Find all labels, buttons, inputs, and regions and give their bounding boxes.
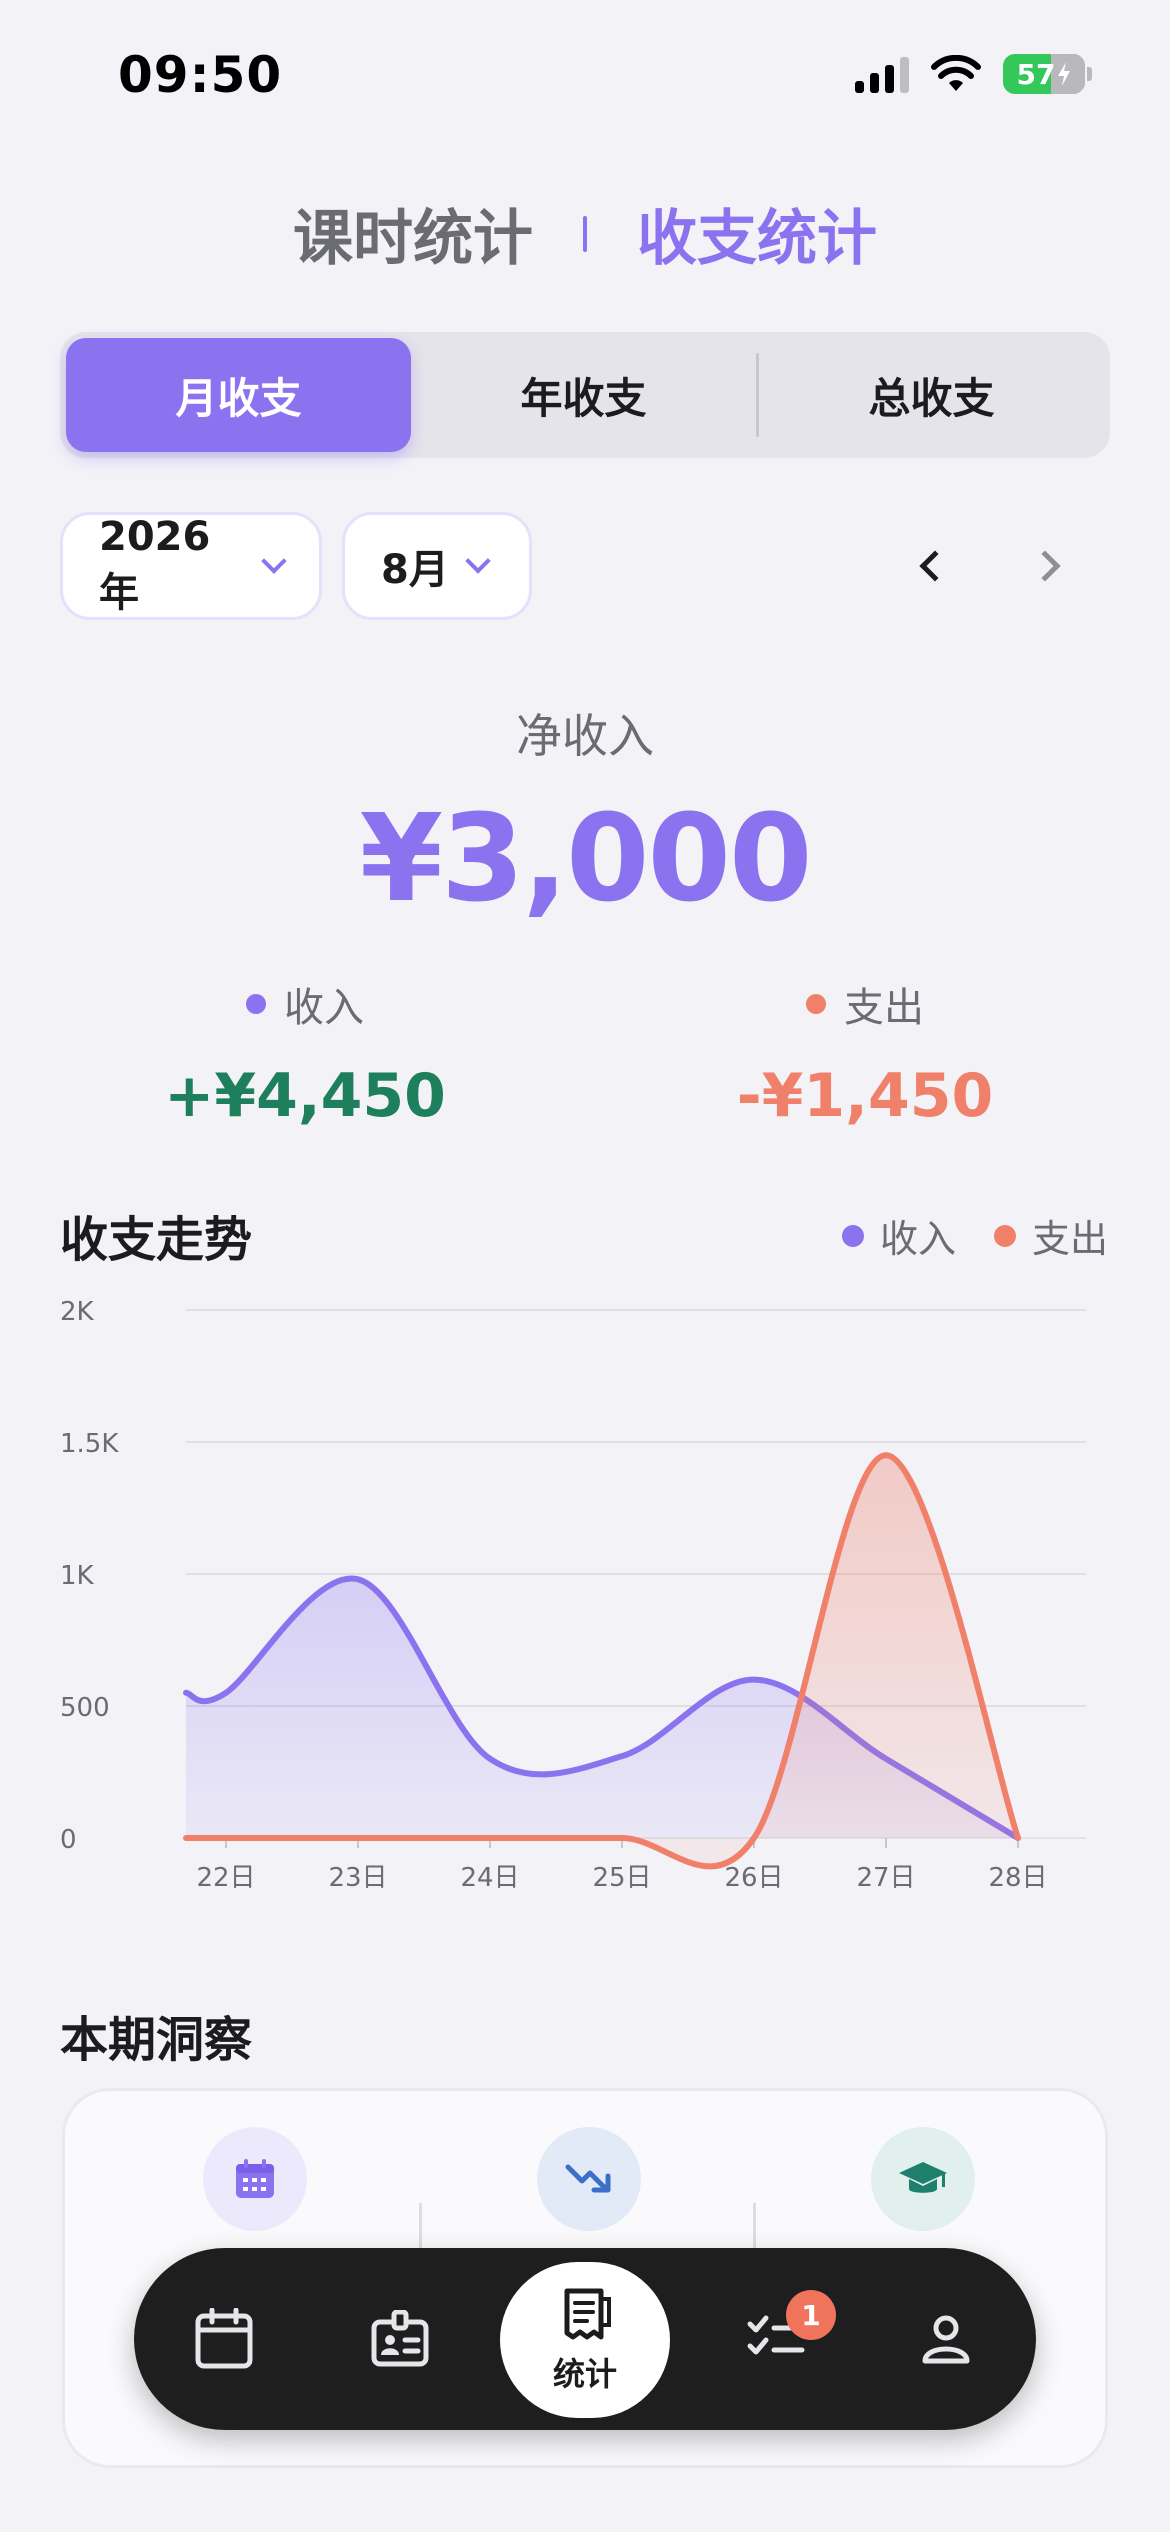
calendar-icon — [203, 2127, 307, 2231]
wifi-icon — [931, 55, 981, 91]
expense-label: 支出 — [844, 985, 924, 1031]
legend-income: 收入 — [841, 1208, 956, 1263]
tab-income-expense-stats[interactable]: 收支统计 — [637, 190, 877, 277]
expense-value: -¥1,450 — [736, 1061, 994, 1131]
net-income-value: ¥3,000 — [359, 790, 812, 929]
month-value: 8月 — [381, 547, 449, 593]
id-card-icon — [371, 2310, 429, 2367]
calendar-icon — [195, 2308, 253, 2369]
prev-month-button[interactable] — [908, 544, 952, 588]
legend-income-label: 收入 — [879, 1217, 956, 1261]
battery-icon: 57 — [1003, 54, 1085, 94]
chevron-left-icon — [919, 550, 951, 582]
legend-expense-label: 支出 — [1031, 1217, 1108, 1261]
x-tick-label: 25日 — [592, 1863, 651, 1893]
x-tick-label: 22日 — [196, 1863, 255, 1893]
segment-monthly[interactable]: 月收支 — [66, 338, 411, 452]
chevron-right-icon — [1029, 550, 1061, 582]
y-tick-label: 0 — [60, 1825, 77, 1855]
income-label: 收入 — [284, 985, 364, 1031]
status-bar: 09:50 57 — [0, 0, 1170, 150]
tab-divider — [583, 215, 587, 252]
battery-level: 57 — [1016, 57, 1056, 91]
nav-stats-label: 统计 — [552, 2355, 617, 2393]
nav-students[interactable] — [340, 2248, 460, 2430]
chevron-down-icon — [465, 548, 491, 574]
graduation-cap-icon — [871, 2127, 975, 2231]
cellular-signal-icon — [855, 55, 909, 93]
period-segment-control: 月收支 年收支 总收支 — [60, 332, 1110, 458]
segment-yearly[interactable]: 年收支 — [411, 338, 756, 452]
net-income-label: 净收入 — [516, 709, 654, 763]
bottom-tab-bar: 统计 1 — [134, 2248, 1036, 2430]
month-selector[interactable]: 8月 — [342, 512, 532, 620]
nav-profile[interactable] — [886, 2248, 1006, 2430]
nav-tasks[interactable]: 1 — [716, 2248, 836, 2430]
next-month-button[interactable] — [1028, 544, 1072, 588]
status-icons: 57 — [855, 54, 1092, 94]
y-tick-label: 500 — [60, 1693, 110, 1723]
legend-expense: 支出 — [993, 1208, 1108, 1263]
status-time: 09:50 — [118, 46, 283, 104]
chart-legend: 收入 支出 — [841, 1208, 1108, 1263]
year-selector[interactable]: 2026年 — [60, 512, 322, 620]
y-tick-label: 1K — [60, 1561, 95, 1591]
trend-title: 收支走势 — [60, 1212, 253, 1268]
tab-lesson-stats[interactable]: 课时统计 — [293, 190, 533, 277]
tasks-badge: 1 — [786, 2290, 836, 2340]
chevron-down-icon — [261, 548, 287, 574]
stats-icon — [564, 2288, 611, 2340]
expense-summary: 支出 -¥1,450 — [655, 975, 1075, 1131]
page-tabs: 课时统计 收支统计 — [0, 190, 1170, 277]
x-tick-label: 28日 — [988, 1863, 1047, 1893]
legend-expense-dot — [993, 1224, 1016, 1247]
nav-calendar[interactable] — [164, 2248, 284, 2430]
segment-total[interactable]: 总收支 — [759, 338, 1104, 452]
y-tick-label: 1.5K — [60, 1429, 119, 1459]
x-tick-label: 27日 — [856, 1863, 915, 1893]
person-icon — [922, 2315, 970, 2364]
trend-down-icon — [537, 2127, 641, 2231]
x-tick-label: 26日 — [724, 1863, 783, 1893]
year-value: 2026年 — [99, 514, 211, 616]
trend-chart: 0 500 1K 1.5K 2K 22日 23日 24日 25日 26日 27日 28日 — [60, 1297, 1086, 1893]
nav-stats[interactable]: 统计 — [500, 2262, 670, 2418]
insights-title: 本期洞察 — [60, 2012, 253, 2068]
x-tick-label: 23日 — [328, 1863, 387, 1893]
income-dot — [246, 994, 266, 1014]
income-summary: 收入 +¥4,450 — [95, 975, 515, 1131]
legend-income-dot — [841, 1224, 864, 1247]
expense-dot — [806, 994, 826, 1014]
y-tick-label: 2K — [60, 1297, 95, 1327]
x-tick-label: 24日 — [460, 1863, 519, 1893]
income-value: +¥4,450 — [164, 1061, 446, 1131]
